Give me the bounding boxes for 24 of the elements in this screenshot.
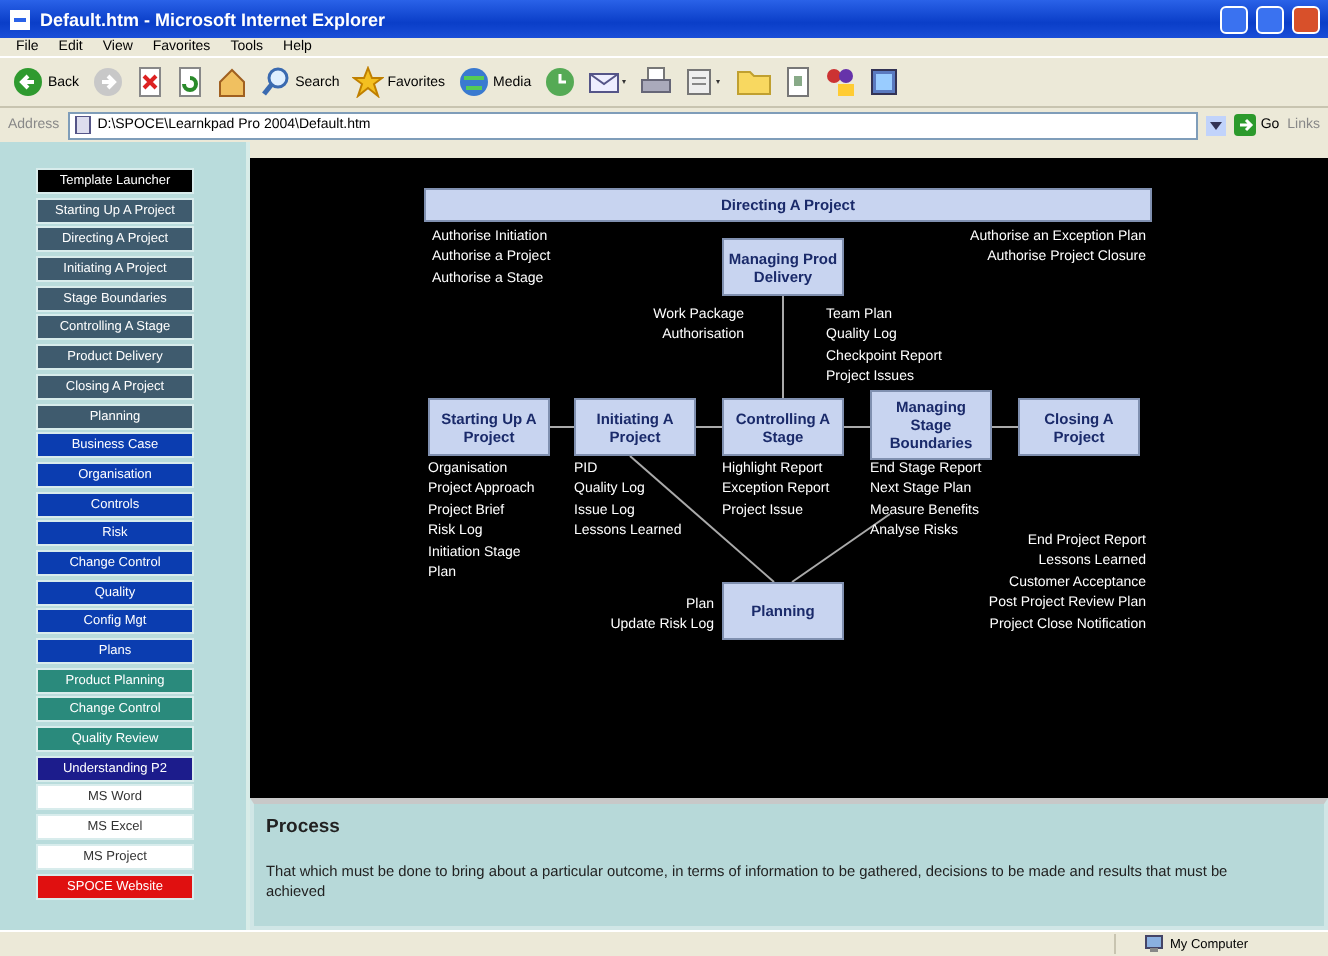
computer-icon: [1143, 934, 1164, 955]
folder-icon: [735, 66, 772, 98]
globe-icon: [457, 66, 490, 98]
connector-line: [782, 295, 784, 399]
document-icon: [683, 66, 724, 98]
star-icon: [351, 66, 384, 98]
page-x-icon: [135, 66, 164, 98]
dropdown-icon[interactable]: [1206, 115, 1227, 135]
figures-icon: [823, 66, 856, 98]
browser-icon: [8, 7, 32, 31]
search-icon: [259, 66, 292, 98]
panel-title: Process: [266, 816, 342, 838]
printer-icon: [639, 66, 672, 98]
minimize-button[interactable]: [1220, 5, 1248, 33]
grid-icon: [867, 66, 900, 98]
close-button[interactable]: [1292, 5, 1320, 33]
maximize-button[interactable]: [1256, 5, 1284, 33]
refresh-icon: [175, 66, 204, 98]
window-title: Default.htm - Microsoft Internet Explorer: [40, 9, 388, 29]
page-icon: [783, 66, 812, 98]
house-icon: [215, 66, 248, 98]
clock-icon: [543, 66, 576, 98]
arrow-icon: [1234, 114, 1257, 136]
page-icon: [73, 116, 92, 134]
